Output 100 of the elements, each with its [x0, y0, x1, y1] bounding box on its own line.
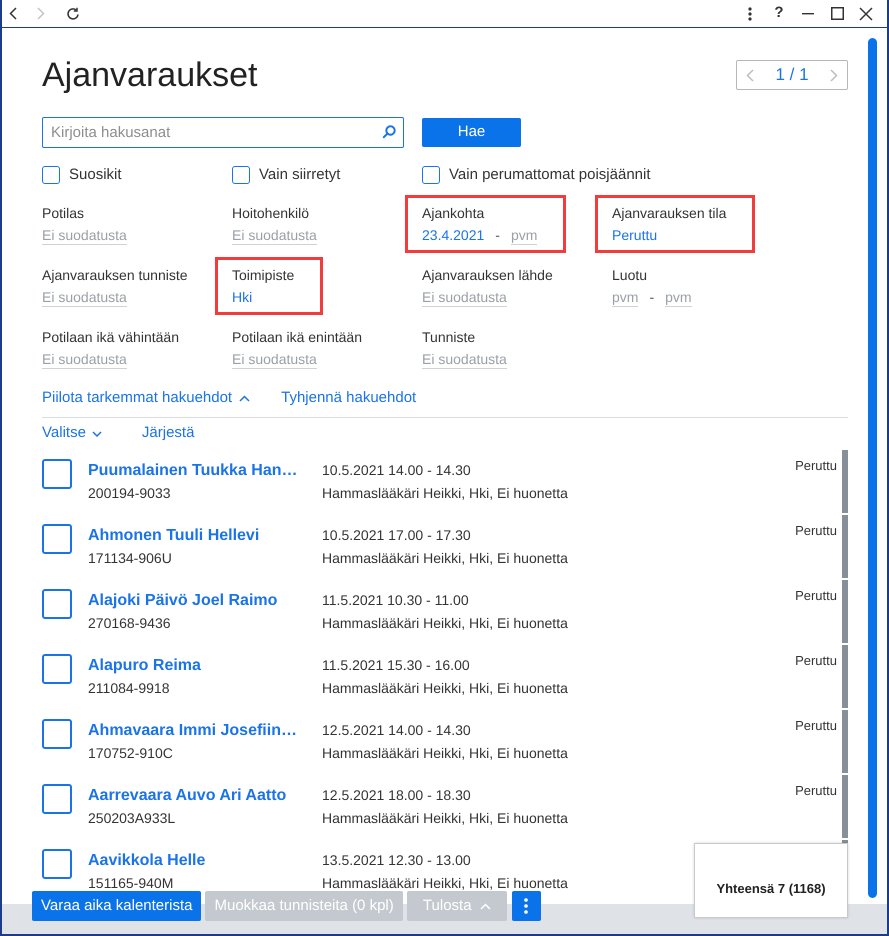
filter-value[interactable]: 23.4.2021	[422, 226, 484, 244]
caret-icon	[480, 902, 491, 910]
patient-name-link[interactable]: Ahmavaara Immi Josefiin…	[88, 720, 297, 740]
appointment-time: 11.5.2021 10.30 - 11.00	[322, 590, 469, 610]
row-checkbox[interactable]	[42, 524, 72, 554]
appointment-location: Hammaslääkäri Heikki, Hki, Ei huonetta	[322, 808, 568, 828]
filter-value[interactable]: Ei suodatusta	[422, 350, 507, 368]
filter-label: Potilas	[42, 204, 86, 223]
close-icon[interactable]	[859, 6, 873, 20]
help-button[interactable]: ?	[767, 2, 791, 24]
row-checkbox[interactable]	[42, 458, 72, 488]
appointment-location: Hammaslääkäri Heikki, Hki, Ei huonetta	[322, 548, 568, 568]
patient-id: 151165-940M	[88, 874, 174, 892]
action-button[interactable]: Varaa aika kalenterista	[32, 891, 202, 921]
more-icon	[524, 898, 528, 914]
filter-value[interactable]: pvm	[665, 288, 692, 306]
status-stripe	[842, 450, 848, 512]
status-text: Peruttu	[795, 588, 837, 604]
filter-value[interactable]: Ei suodatusta	[232, 226, 317, 244]
filter-value[interactable]: Peruttu	[612, 226, 658, 244]
page-title: Ajanvaraukset	[42, 55, 258, 95]
filter-label: Ajanvarauksen tunniste	[42, 266, 188, 285]
patient-id: 250203A933L	[88, 808, 176, 828]
filter-label: Toimipiste	[232, 266, 294, 285]
minimize-icon[interactable]	[802, 12, 814, 14]
filter-value[interactable]: Ei suodatusta	[42, 288, 127, 306]
appointment-location: Hammaslääkäri Heikki, Hki, Ei huonetta	[322, 484, 568, 502]
row-checkbox[interactable]	[42, 588, 72, 618]
select-menu-button[interactable]: Valitse	[42, 422, 102, 445]
status-text: Peruttu	[795, 782, 837, 798]
checkbox-label[interactable]: Suosikit	[69, 166, 122, 184]
filter-value[interactable]: pvm	[612, 288, 638, 306]
patient-name-link[interactable]: Alapuro Reima	[88, 656, 201, 676]
search-button[interactable]: Hae	[422, 118, 521, 147]
status-text: Peruttu	[795, 458, 837, 474]
appointment-location: Hammaslääkäri Heikki, Hki, Ei huonetta	[322, 744, 568, 762]
status-stripe	[842, 710, 848, 772]
appointment-time: 12.5.2021 18.00 - 18.30	[322, 786, 471, 804]
appointment-location: Hammaslääkäri Heikki, Hki, Ei huonetta	[322, 874, 568, 892]
refresh-icon[interactable]	[66, 6, 80, 20]
appointment-time: 10.5.2021 17.00 - 17.30	[322, 526, 471, 544]
filter-label: Ajankohta	[422, 204, 486, 223]
patient-name-link[interactable]: Aarrevaara Auvo Ari Aatto	[88, 786, 286, 806]
filter-value[interactable]: Ei suodatusta	[42, 350, 127, 368]
status-text: Peruttu	[795, 652, 837, 668]
status-stripe	[842, 580, 848, 642]
status-stripe	[842, 644, 848, 708]
total-count: Yhteensä 7 (1168)	[716, 880, 826, 898]
checkbox-label[interactable]: Vain siirretyt	[259, 166, 340, 184]
more-icon[interactable]	[748, 6, 752, 20]
row-checkbox[interactable]	[42, 784, 72, 814]
filter-label: Tunniste	[422, 328, 476, 347]
checkbox[interactable]	[42, 166, 60, 184]
filter-label: Ajanvarauksen lähde	[422, 266, 553, 285]
patient-name-link[interactable]: Aavikkola Helle	[88, 850, 206, 870]
status-text: Peruttu	[795, 718, 837, 734]
status-stripe	[842, 774, 848, 838]
maximize-icon[interactable]	[830, 7, 844, 20]
more-actions-button[interactable]	[512, 891, 541, 921]
appointment-location: Hammaslääkäri Heikki, Hki, Ei huonetta	[322, 614, 568, 632]
patient-name-link[interactable]: Puumalainen Tuukka Han…	[88, 460, 298, 480]
search-field[interactable]: Kirjoita hakusanat	[42, 117, 404, 148]
filter-label: Ajanvarauksen tila	[612, 204, 726, 223]
filter-value[interactable]: Ei suodatusta	[42, 226, 127, 244]
patient-id: 211084-9918	[88, 678, 170, 698]
patient-name-link[interactable]: Ahmonen Tuuli Hellevi	[88, 526, 260, 546]
patient-id: 270168-9436	[88, 614, 171, 632]
row-checkbox[interactable]	[42, 718, 72, 748]
appointment-time: 10.5.2021 14.00 - 14.30	[322, 460, 471, 480]
appointment-time: 12.5.2021 14.00 - 14.30	[322, 720, 471, 740]
patient-id: 171134-906U	[88, 548, 172, 568]
page-indicator: 1 / 1	[775, 64, 809, 86]
appointment-location: Hammaslääkäri Heikki, Hki, Ei huonetta	[322, 678, 568, 698]
filter-label: Potilaan ikä vähintään	[42, 328, 179, 347]
filter-value[interactable]: Ei suodatusta	[422, 288, 507, 306]
status-text: Peruttu	[795, 522, 837, 538]
filter-label: Luotu	[612, 266, 648, 285]
search-icon[interactable]	[382, 125, 396, 139]
patient-name-link[interactable]: Alajoki Päivö Joel Raimo	[88, 590, 278, 610]
toggle-filters-link[interactable]: Piilota tarkemmat hakuehdot	[42, 387, 250, 410]
row-checkbox[interactable]	[42, 848, 72, 878]
checkbox-label[interactable]: Vain perumattomat poisjäännit	[449, 166, 651, 184]
checkbox[interactable]	[422, 166, 440, 184]
filter-value[interactable]: pvm	[510, 226, 538, 244]
appointment-time: 11.5.2021 15.30 - 16.00	[322, 656, 470, 674]
filter-label: Hoitohenkilö	[232, 204, 310, 223]
filter-value[interactable]: Hki	[232, 288, 252, 306]
back-icon[interactable]	[9, 7, 17, 20]
checkbox[interactable]	[232, 166, 250, 184]
clear-filters-link[interactable]: Tyhjennä hakuehdot	[281, 387, 416, 410]
caret-icon	[92, 430, 102, 436]
row-checkbox[interactable]	[42, 654, 72, 684]
scrollbar-thumb[interactable]	[868, 38, 877, 898]
patient-id: 170752-910C	[88, 744, 173, 762]
status-stripe	[842, 514, 848, 578]
range-separator: -	[649, 288, 654, 306]
patient-id: 200194-9033	[88, 484, 171, 502]
appointment-time: 13.5.2021 12.30 - 13.00	[322, 850, 471, 870]
sort-button[interactable]: Järjestä	[142, 422, 194, 445]
filter-value[interactable]: Ei suodatusta	[232, 350, 317, 368]
